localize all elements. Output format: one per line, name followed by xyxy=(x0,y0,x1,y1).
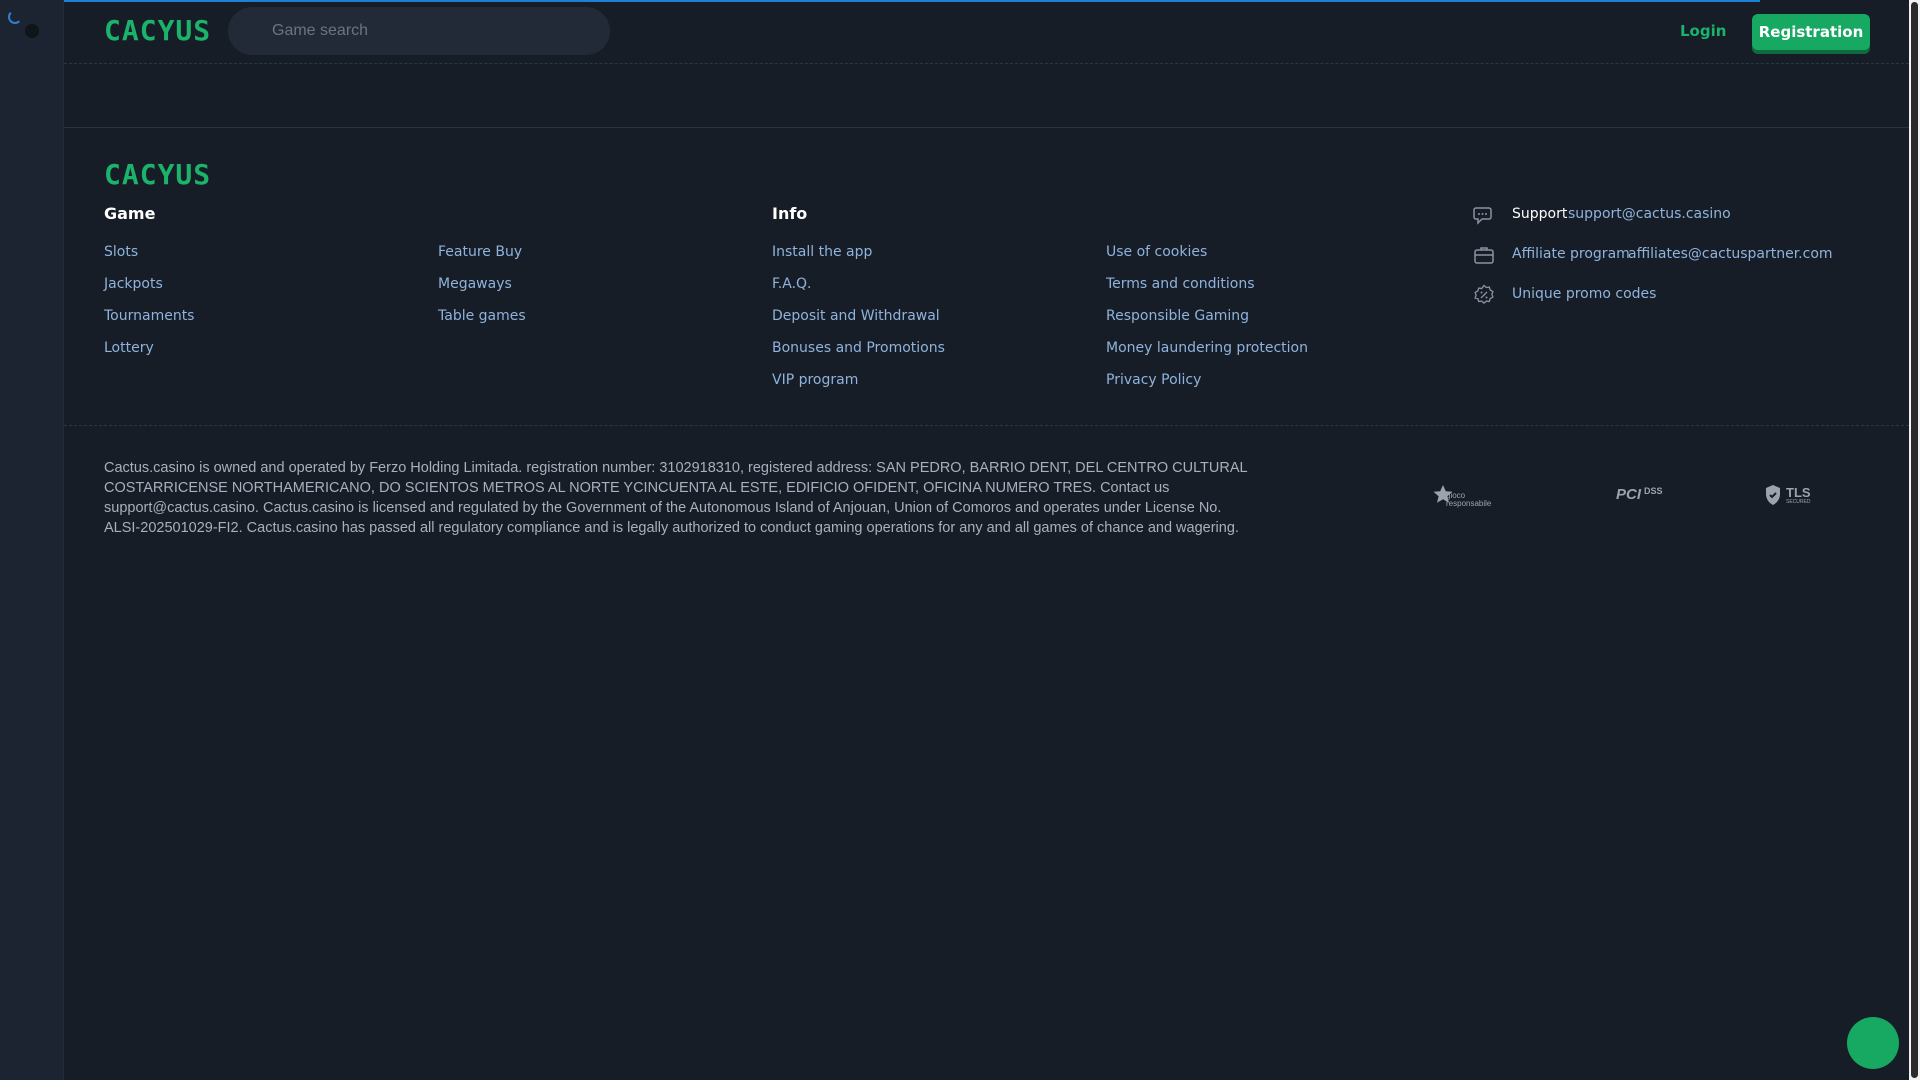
tls-secured-label: SECURED xyxy=(1786,499,1811,505)
shield-lock-icon xyxy=(1766,485,1780,505)
registration-button[interactable]: Registration xyxy=(1752,14,1870,50)
gioco-label: gioco responsabile xyxy=(1446,491,1492,508)
footer-link-megaways[interactable]: Megaways xyxy=(438,276,512,292)
footer-link-table-games[interactable]: Table games xyxy=(438,308,526,324)
footer-divider xyxy=(64,425,1909,426)
legal-text: Cactus.casino is owned and operated by F… xyxy=(104,460,1248,536)
pci-label: PCI xyxy=(1616,486,1642,503)
footer-link-jackpots[interactable]: Jackpots xyxy=(104,276,163,292)
footer-link-deposit-withdrawal[interactable]: Deposit and Withdrawal xyxy=(772,308,940,324)
promo-badge-icon xyxy=(1474,284,1494,304)
dss-label: DSS xyxy=(1644,486,1663,496)
tls-label: TLS xyxy=(1786,485,1811,500)
login-button[interactable]: Login xyxy=(1680,22,1726,40)
footer-link-cookies[interactable]: Use of cookies xyxy=(1106,244,1207,260)
live-chat-button[interactable] xyxy=(1847,1017,1899,1069)
footer-link-terms[interactable]: Terms and conditions xyxy=(1106,276,1255,292)
pci-dss-logo: PCI DSS xyxy=(1616,484,1670,506)
chat-support-icon xyxy=(1473,207,1492,225)
footer-link-aml[interactable]: Money laundering protection xyxy=(1106,340,1308,356)
footer-link-responsible-gaming[interactable]: Responsible Gaming xyxy=(1106,308,1249,324)
game-search[interactable] xyxy=(228,7,610,55)
support-email-link[interactable]: support@cactus.casino xyxy=(1568,206,1731,222)
footer-link-privacy[interactable]: Privacy Policy xyxy=(1106,372,1201,388)
footer-link-feature-buy[interactable]: Feature Buy xyxy=(438,244,522,260)
footer-link-lottery[interactable]: Lottery xyxy=(104,340,154,356)
footer-link-slots[interactable]: Slots xyxy=(104,244,138,260)
footer-link-vip[interactable]: VIP program xyxy=(772,372,858,388)
game-column-title: Game xyxy=(104,204,156,223)
page-scrollbar[interactable] xyxy=(1909,0,1920,1080)
promo-codes-link[interactable]: Unique promo codes xyxy=(1512,286,1656,302)
support-label: Support xyxy=(1512,206,1568,222)
affiliate-email-link[interactable]: affiliates@cactuspartner.com xyxy=(1628,246,1833,262)
header: CACYUS Login Registration xyxy=(64,0,1909,64)
footer-link-bonuses[interactable]: Bonuses and Promotions xyxy=(772,340,945,356)
affiliate-program-link[interactable]: Affiliate program xyxy=(1512,246,1630,262)
gioco-responsabile-logo: gioco responsabile xyxy=(1432,484,1496,512)
loading-spinner-icon xyxy=(8,10,22,24)
scrollbar-thumb[interactable] xyxy=(1911,2,1918,1078)
game-search-input[interactable] xyxy=(228,7,610,55)
header-logo[interactable]: CACYUS xyxy=(104,14,211,47)
info-column-title: Info xyxy=(772,204,808,223)
footer-link-tournaments[interactable]: Tournaments xyxy=(104,308,194,324)
header-spacer-band xyxy=(64,64,1909,128)
briefcase-icon xyxy=(1474,247,1494,264)
tls-secured-logo: TLS SECURED xyxy=(1764,484,1814,508)
footer-logo[interactable]: CACYUS xyxy=(104,158,211,191)
footer-link-install-app[interactable]: Install the app xyxy=(772,244,872,260)
sidebar-toggle-dot[interactable] xyxy=(25,24,39,38)
footer-link-faq[interactable]: F.A.Q. xyxy=(772,276,812,292)
sidebar xyxy=(0,0,64,1080)
